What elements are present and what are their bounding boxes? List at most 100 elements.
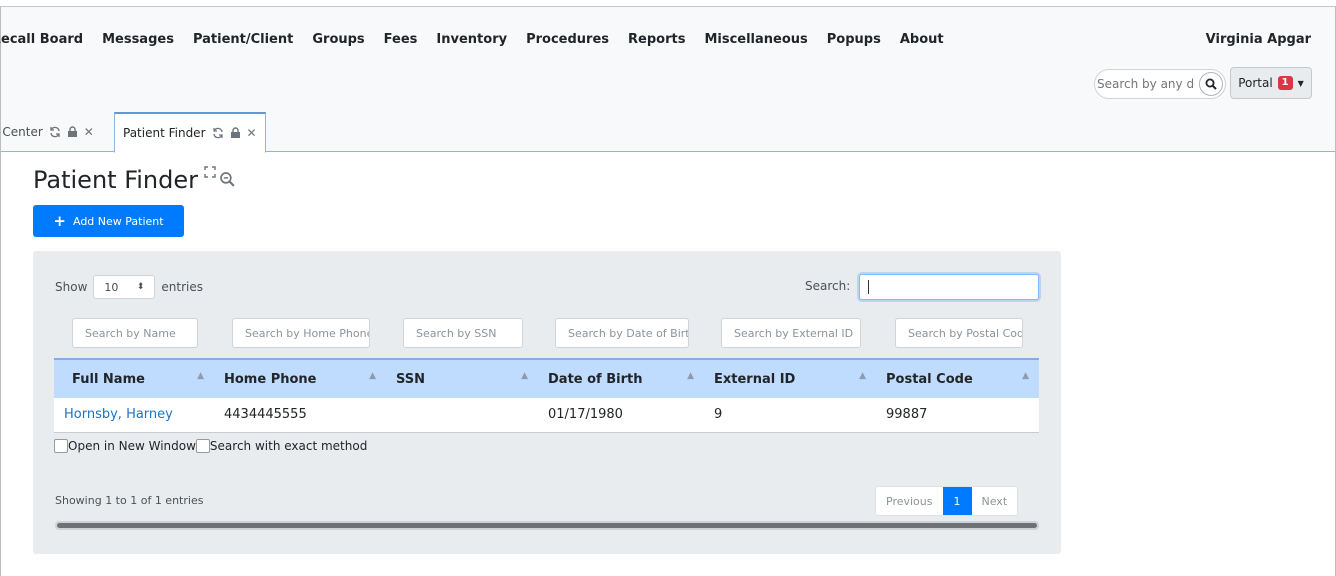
cell-ssn: [386, 398, 538, 433]
col-external-id-label: External ID: [714, 371, 796, 387]
tab-bar: Message Center ✕ Patient Finder ✕: [0, 112, 1335, 153]
menu-about[interactable]: About: [900, 32, 944, 47]
menu-patient-client[interactable]: Patient/Client: [193, 32, 293, 47]
tab-label: Patient Finder: [123, 126, 206, 140]
search-options: Open in New Window Search with exact met…: [54, 439, 367, 453]
page-title: Patient Finder: [33, 166, 198, 194]
add-new-patient-label: Add New Patient: [72, 214, 164, 228]
exact-method-label: Search with exact method: [209, 439, 368, 453]
menu-procedures[interactable]: Procedures: [526, 32, 609, 47]
col-home-phone-label: Home Phone: [224, 371, 317, 387]
table-search-input[interactable]: [859, 274, 1039, 300]
tab-label: Message Center: [0, 125, 43, 139]
sort-icon: ▲: [369, 371, 376, 381]
col-postal-code-label: Postal Code: [886, 371, 973, 387]
pagination: Previous 1 Next: [875, 486, 1019, 516]
col-ssn[interactable]: SSN ▲: [386, 358, 538, 398]
filter-postal-code[interactable]: Search by Postal Code: [895, 318, 1023, 348]
patient-table: Full Name ▲ Home Phone ▲ SSN ▲ Date of Birt…: [54, 358, 1039, 433]
pagination-page-1[interactable]: 1: [942, 487, 972, 515]
search-icon: [1205, 78, 1217, 90]
horizontal-scrollbar[interactable]: [55, 521, 1039, 530]
title-icons: [204, 166, 236, 188]
menu-messages[interactable]: Messages: [102, 32, 174, 47]
zoom-icon[interactable]: [219, 171, 236, 188]
filter-home-phone-placeholder: Search by Home Phone: [245, 326, 370, 340]
open-new-window-checkbox[interactable]: [54, 439, 68, 453]
sort-icon: ▲: [859, 371, 866, 381]
col-ssn-label: SSN: [396, 371, 426, 387]
global-search: [1094, 69, 1226, 99]
portal-label: Portal: [1238, 76, 1273, 90]
close-icon[interactable]: ✕: [247, 126, 257, 140]
filter-postal-code-placeholder: Search by Postal Code: [908, 326, 1023, 340]
menu-recall-board[interactable]: Recall Board: [0, 32, 83, 47]
page-title-row: Patient Finder: [33, 166, 236, 194]
col-postal-code[interactable]: Postal Code ▲: [876, 358, 1039, 398]
filter-name-placeholder: Search by Name: [85, 326, 176, 340]
col-home-phone[interactable]: Home Phone ▲: [214, 358, 386, 398]
menu-groups[interactable]: Groups: [312, 32, 364, 47]
sort-icon: ▲: [1022, 371, 1029, 381]
filter-external-id-placeholder: Search by External ID: [734, 326, 854, 340]
pagination-previous[interactable]: Previous: [876, 487, 943, 515]
scrollbar-thumb[interactable]: [57, 523, 1037, 528]
exact-method-checkbox[interactable]: [195, 439, 210, 453]
cell-home-phone: 4434445555: [214, 398, 386, 433]
lock-icon[interactable]: [230, 127, 241, 139]
user-name[interactable]: Virginia Apgar: [1206, 32, 1311, 47]
col-dob-label: Date of Birth: [548, 371, 643, 387]
plus-icon: +: [53, 211, 66, 230]
refresh-icon[interactable]: [212, 127, 224, 139]
entries-label: entries: [161, 280, 203, 294]
tab-message-center[interactable]: Message Center ✕: [0, 112, 110, 152]
filter-dob[interactable]: Search by Date of Birth: [555, 318, 689, 348]
add-new-patient-button[interactable]: + Add New Patient: [33, 205, 184, 237]
portal-badge: 1: [1277, 76, 1293, 90]
search-button[interactable]: [1199, 72, 1223, 96]
page-length-select[interactable]: 10 ⬍: [93, 275, 156, 299]
patient-table-panel: Show 10 ⬍ entries Search: Search by Name…: [33, 251, 1061, 554]
menu-fees[interactable]: Fees: [384, 32, 418, 47]
sort-icon: ▲: [197, 371, 204, 381]
lock-icon[interactable]: [67, 126, 78, 138]
sort-icon: ▲: [687, 371, 694, 381]
patient-link[interactable]: Hornsby, Harney: [64, 407, 173, 422]
close-icon[interactable]: ✕: [84, 125, 94, 139]
cell-dob: 01/17/1980: [538, 398, 704, 433]
select-arrows-icon: ⬍: [136, 282, 145, 292]
filter-dob-placeholder: Search by Date of Birth: [568, 326, 689, 340]
filter-home-phone[interactable]: Search by Home Phone: [232, 318, 370, 348]
filter-ssn-placeholder: Search by SSN: [416, 326, 497, 340]
menu-popups[interactable]: Popups: [827, 32, 881, 47]
page-length-control: Show 10 ⬍ entries: [55, 275, 203, 299]
cell-full-name[interactable]: Hornsby, Harney: [54, 398, 214, 433]
main-menu: Recall Board Messages Patient/Client Gro…: [0, 27, 963, 51]
tab-patient-finder[interactable]: Patient Finder ✕: [114, 112, 266, 153]
filter-name[interactable]: Search by Name: [72, 318, 198, 348]
page-length-value: 10: [104, 280, 119, 294]
open-new-window-label: Open in New Window: [68, 439, 196, 453]
cell-external-id: 9: [704, 398, 876, 433]
global-search-input[interactable]: [1095, 77, 1195, 91]
refresh-icon[interactable]: [49, 126, 61, 138]
table-search-label: Search:: [805, 279, 851, 293]
menu-miscellaneous[interactable]: Miscellaneous: [704, 32, 807, 47]
portal-button[interactable]: Portal 1 ▼: [1230, 67, 1312, 99]
col-full-name-label: Full Name: [72, 371, 145, 387]
table-row[interactable]: Hornsby, Harney 4434445555 01/17/1980 9 …: [54, 398, 1039, 433]
col-dob[interactable]: Date of Birth ▲: [538, 358, 704, 398]
menu-inventory[interactable]: Inventory: [436, 32, 507, 47]
filter-external-id[interactable]: Search by External ID: [721, 318, 861, 348]
sort-icon: ▲: [521, 371, 528, 381]
expand-icon[interactable]: [204, 166, 216, 178]
table-info: Showing 1 to 1 of 1 entries: [55, 494, 204, 507]
pagination-next[interactable]: Next: [971, 487, 1018, 515]
filter-ssn[interactable]: Search by SSN: [403, 318, 523, 348]
cell-postal-code: 99887: [876, 398, 1039, 433]
text-cursor: [868, 280, 869, 294]
col-full-name[interactable]: Full Name ▲: [54, 358, 214, 398]
show-label: Show: [55, 280, 88, 294]
col-external-id[interactable]: External ID ▲: [704, 358, 876, 398]
menu-reports[interactable]: Reports: [628, 32, 685, 47]
